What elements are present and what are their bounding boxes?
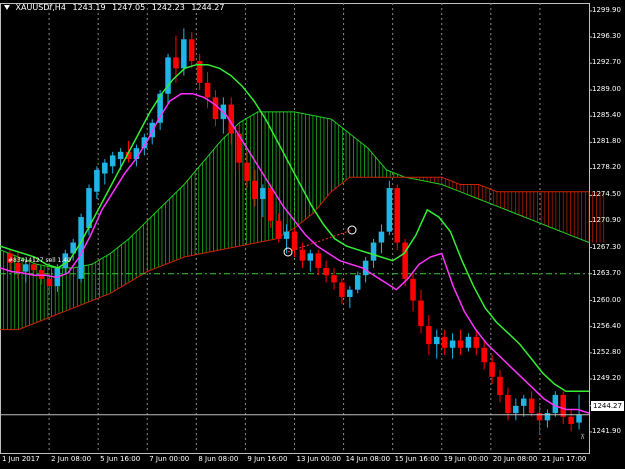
candle-body — [15, 262, 21, 272]
candle-body — [30, 264, 37, 271]
candle-body — [331, 275, 337, 283]
candle-body — [489, 362, 495, 377]
candle-body — [568, 416, 574, 424]
time-tick-label: 7 Jun 00:00 — [149, 455, 190, 463]
price-tick-label: 1249.20 — [592, 373, 621, 382]
time-tick-label: 8 Jun 08:00 — [198, 455, 239, 463]
price-tick-label: 1296.30 — [592, 32, 621, 41]
price-tick-label: 1252.80 — [592, 347, 621, 356]
price-tick-label: 1263.70 — [592, 268, 621, 277]
time-tick-label: 2 Jun 08:00 — [51, 455, 92, 463]
price-tick-label: 1274.50 — [592, 190, 621, 199]
candle-body — [22, 264, 29, 272]
candle-body — [283, 231, 290, 239]
open-price: 1243.19 — [72, 3, 106, 12]
candle-body — [315, 253, 321, 268]
candle-body — [576, 414, 582, 423]
price-tick-label: 1278.20 — [592, 163, 621, 172]
trade-order-label[interactable]: #83414127 sell 1.40 — [8, 257, 71, 264]
candle-body — [212, 97, 219, 120]
candle-body — [275, 220, 282, 239]
price-tick-label: 1281.80 — [592, 137, 621, 146]
low-price: 1242.23 — [151, 3, 185, 12]
candle-body — [260, 188, 266, 199]
time-tick-label: 9 Jun 16:00 — [247, 455, 288, 463]
candle-body — [268, 188, 274, 221]
time-tick-label: 1 Jun 2017 — [2, 455, 40, 463]
candle-body — [102, 162, 108, 174]
price-tick-label: 1270.90 — [592, 216, 621, 225]
price-tick-label: 1256.40 — [592, 321, 621, 330]
candle-body — [204, 82, 211, 98]
candle-body — [252, 180, 258, 199]
time-tick-label: 19 Jun 00:00 — [443, 455, 489, 463]
candle-body — [109, 155, 116, 167]
autoscroll-icon[interactable]: ⊼ — [580, 433, 585, 441]
current-price-tag: 1244.27 — [591, 401, 624, 411]
candle-body — [386, 188, 393, 232]
candle-body — [323, 267, 329, 276]
candle-body — [173, 57, 179, 69]
candle-body — [473, 336, 480, 348]
candle-body — [378, 231, 385, 243]
high-price: 1247.05 — [112, 3, 146, 12]
candle-body — [46, 278, 53, 287]
time-tick-label: 13 Jun 00:00 — [296, 455, 341, 463]
candle-body — [307, 253, 314, 261]
time-tick-label: 21 Jun 17:00 — [541, 455, 587, 463]
candle-body — [117, 151, 124, 160]
symbol-timeframe: XAUUSDf,H4 — [15, 3, 66, 12]
candle-body — [536, 413, 543, 421]
time-tick-label: 20 Jun 08:00 — [492, 455, 538, 463]
candle-body — [394, 188, 401, 243]
price-chart[interactable] — [0, 0, 625, 469]
candle-body — [410, 278, 416, 301]
candle-body — [426, 325, 432, 345]
candle-body — [505, 394, 511, 414]
price-tick-label: 1299.90 — [592, 5, 621, 14]
dropdown-triangle-icon[interactable] — [4, 5, 10, 10]
candle-body — [513, 405, 519, 414]
price-tick-label: 1289.00 — [592, 85, 621, 94]
close-price: 1244.27 — [191, 3, 225, 12]
candle-body — [497, 376, 503, 395]
time-tick-label: 5 Jun 16:00 — [100, 455, 141, 463]
candle-body — [457, 340, 464, 348]
candle-body — [418, 300, 424, 326]
price-tick-label: 1267.30 — [592, 242, 621, 251]
candle-body — [291, 231, 298, 250]
candle-body — [78, 217, 84, 279]
candle-body — [244, 162, 250, 181]
candle-body — [465, 336, 472, 348]
candle-body — [528, 398, 535, 414]
time-tick-label: 14 Jun 08:00 — [345, 455, 391, 463]
candle-body — [481, 347, 487, 363]
price-tick-label: 1241.90 — [592, 426, 621, 435]
candle-body — [181, 39, 187, 69]
candle-body — [449, 340, 456, 348]
candle-body — [560, 394, 567, 417]
candle-body — [339, 282, 345, 297]
chart-info-bar: XAUUSDf,H4 1243.19 1247.05 1242.23 1244.… — [4, 3, 228, 12]
candle-body — [544, 413, 551, 421]
price-tick-label: 1292.70 — [592, 58, 621, 67]
candle-body — [188, 39, 195, 62]
price-tick-label: 1285.40 — [592, 111, 621, 120]
candle-body — [520, 398, 527, 406]
candle-body — [299, 249, 306, 261]
candle-body — [370, 242, 377, 261]
candle-body — [94, 169, 100, 192]
candle-body — [434, 336, 440, 345]
chart-window[interactable]: XAUUSDf,H4 1243.19 1247.05 1242.23 1244.… — [0, 0, 625, 469]
time-tick-label: 15 Jun 16:00 — [394, 455, 440, 463]
candle-body — [354, 275, 361, 290]
candle-body — [347, 289, 353, 297]
price-tick-label: 1260.00 — [592, 295, 621, 304]
candle-body — [441, 336, 448, 348]
